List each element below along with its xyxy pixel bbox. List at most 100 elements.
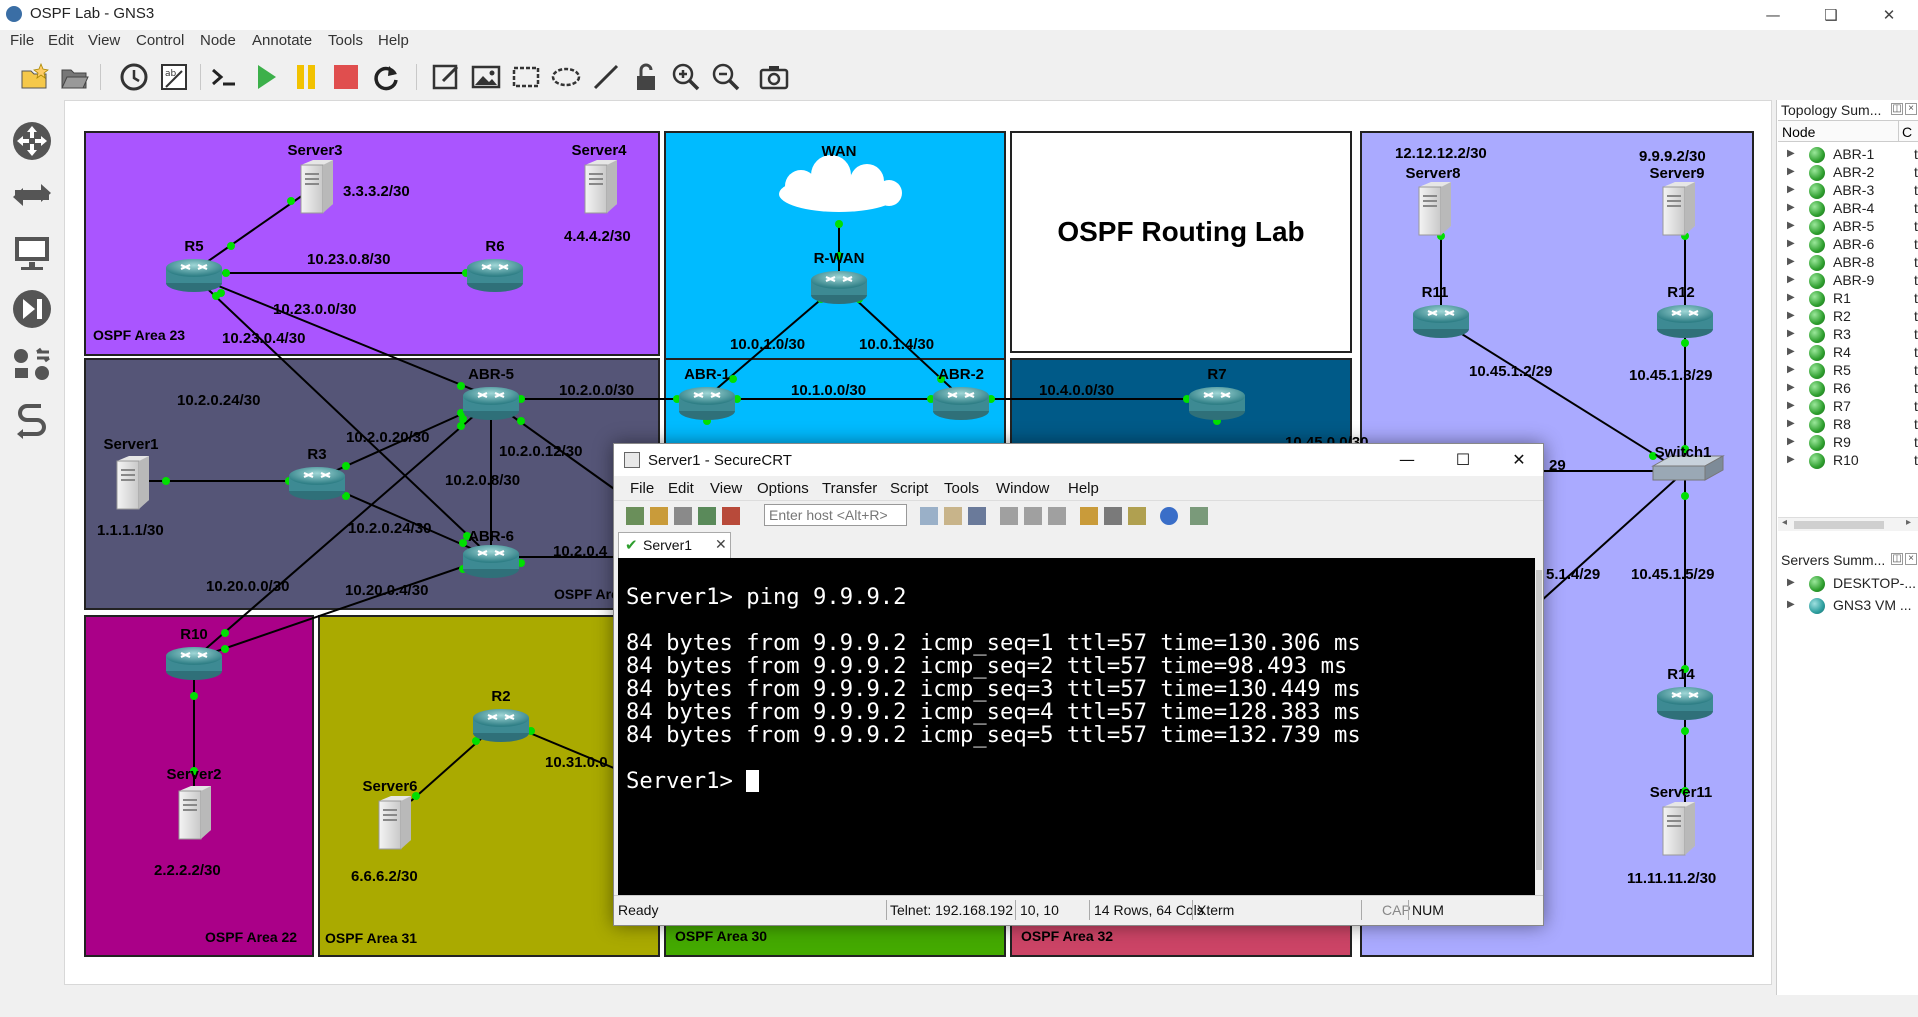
browse-all-devices-icon[interactable] [9,342,55,388]
menu-control[interactable]: Control [136,32,184,49]
paste-icon[interactable] [944,507,962,525]
expand-arrow-icon[interactable]: ▶ [1787,184,1795,195]
crt-menu-view[interactable]: View [710,480,742,497]
keymap-icon[interactable] [1128,507,1146,525]
console-all-icon[interactable] [206,59,242,95]
draw-rectangle-icon[interactable] [508,59,544,95]
menu-help[interactable]: Help [378,32,409,49]
crt-menu-transfer[interactable]: Transfer [822,480,877,497]
open-project-icon[interactable] [56,59,92,95]
column-node[interactable]: Node [1782,124,1815,140]
start-all-icon[interactable] [248,59,284,95]
show-interface-labels-icon[interactable]: ab [156,59,192,95]
help-icon[interactable] [1160,507,1178,525]
add-note-icon[interactable] [428,59,464,95]
maximize-button[interactable]: ❑ [1808,2,1854,28]
draw-ellipse-icon[interactable] [548,59,584,95]
close-button[interactable]: ✕ [1866,2,1912,28]
expand-arrow-icon[interactable]: ▶ [1787,382,1795,393]
expand-arrow-icon[interactable]: ▶ [1787,166,1795,177]
connect-in-tab-icon[interactable] [674,507,692,525]
disconnect-icon[interactable] [722,507,740,525]
expand-arrow-icon[interactable]: ▶ [1787,238,1795,249]
menu-tools[interactable]: Tools [328,32,363,49]
browse-switches-icon[interactable] [9,174,55,220]
minimize-button[interactable]: — [1750,2,1796,28]
print-screen-icon[interactable] [1048,507,1066,525]
expand-arrow-icon[interactable]: ▶ [1787,292,1795,303]
node-name: R10 [1833,452,1859,468]
close-servers-panel-icon[interactable]: × [1905,553,1917,565]
expand-arrow-icon[interactable]: ▶ [1787,346,1795,357]
expand-arrow-icon[interactable]: ▶ [1787,274,1795,285]
expand-arrow-icon[interactable]: ▶ [1787,202,1795,213]
reload-all-icon[interactable] [368,59,404,95]
close-tab-icon[interactable]: ✕ [715,536,727,553]
node-label-abr-5: ABR-5 [468,366,514,383]
menu-annotate[interactable]: Annotate [252,32,312,49]
menu-file[interactable]: File [10,32,34,49]
node-row[interactable]: ▶ R10 t [1777,450,1918,472]
float-servers-panel-icon[interactable]: ◫ [1891,553,1903,565]
enter-host-input[interactable]: Enter host <Alt+R> [764,504,907,526]
crt-close-button[interactable]: ✕ [1496,447,1542,473]
close-panel-icon[interactable]: × [1905,103,1917,115]
crt-menu-edit[interactable]: Edit [668,480,694,497]
expand-arrow-icon[interactable]: ▶ [1787,418,1795,429]
global-options-icon[interactable] [1104,507,1122,525]
expand-arrow-icon[interactable]: ▶ [1787,256,1795,267]
lock-icon[interactable] [628,59,664,95]
expand-arrow-icon[interactable]: ▶ [1787,454,1795,465]
server-row[interactable]: ▶ DESKTOP-... [1777,573,1918,595]
zoom-out-icon[interactable] [708,59,744,95]
command-window-icon[interactable] [1190,507,1208,525]
find-icon[interactable] [968,507,986,525]
print-icon[interactable] [1000,507,1018,525]
crt-menu-help[interactable]: Help [1068,480,1099,497]
add-link-icon[interactable] [9,398,55,444]
crt-minimize-button[interactable]: — [1384,447,1430,473]
node-list-hscrollbar[interactable]: ◂ ▸ [1778,517,1918,531]
draw-line-icon[interactable] [588,59,624,95]
browse-end-devices-icon[interactable] [9,230,55,276]
expand-arrow-icon[interactable]: ▶ [1787,436,1795,447]
menu-node[interactable]: Node [200,32,236,49]
terminal-output[interactable]: Server1> ping 9.9.9.2​84 bytes from 9.9.… [618,558,1535,895]
screenshot-icon[interactable] [756,59,792,95]
expand-arrow-icon[interactable]: ▶ [1787,328,1795,339]
terminal-scrollbar[interactable] [1535,558,1543,895]
browse-routers-icon[interactable] [9,118,55,164]
expand-arrow-icon[interactable]: ▶ [1787,220,1795,231]
crt-menu-file[interactable]: File [630,480,654,497]
snapshot-icon[interactable] [116,59,152,95]
reconnect-icon[interactable] [698,507,716,525]
crt-menu-options[interactable]: Options [757,480,809,497]
print-selection-icon[interactable] [1024,507,1042,525]
gns3-app-icon [6,6,22,22]
expand-arrow-icon[interactable]: ▶ [1787,148,1795,159]
menu-edit[interactable]: Edit [48,32,74,49]
zoom-in-icon[interactable] [668,59,704,95]
expand-arrow-icon[interactable]: ▶ [1787,310,1795,321]
session-tab-server1[interactable]: ✔ Server1 ✕ [618,532,731,558]
browse-security-devices-icon[interactable] [9,286,55,332]
crt-menu-tools[interactable]: Tools [944,480,979,497]
quick-connect-icon[interactable] [650,507,668,525]
stop-all-icon[interactable] [328,59,364,95]
expand-arrow-icon[interactable]: ▶ [1787,400,1795,411]
connect-icon[interactable] [626,507,644,525]
new-project-icon[interactable] [16,59,52,95]
suspend-all-icon[interactable] [288,59,324,95]
crt-menu-window[interactable]: Window [996,480,1049,497]
copy-icon[interactable] [920,507,938,525]
session-options-icon[interactable] [1080,507,1098,525]
menu-view[interactable]: View [88,32,120,49]
column-console[interactable]: C [1902,124,1912,140]
crt-maximize-button[interactable]: ☐ [1440,447,1486,473]
crt-menu-script[interactable]: Script [890,480,928,497]
insert-image-icon[interactable] [468,59,504,95]
expand-arrow-icon[interactable]: ▶ [1787,364,1795,375]
server-row[interactable]: ▶ GNS3 VM ... [1777,595,1918,617]
float-panel-icon[interactable]: ◫ [1891,103,1903,115]
securecrt-window[interactable]: Server1 - SecureCRT — ☐ ✕ File Edit View… [613,443,1544,926]
